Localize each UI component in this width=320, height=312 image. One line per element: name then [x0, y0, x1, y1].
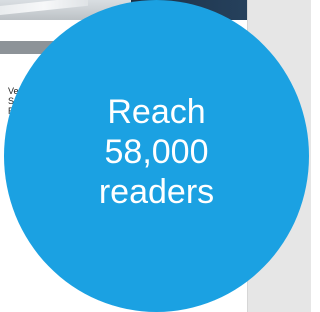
promo-line-reach: Reach: [107, 93, 206, 131]
hero-image-highlight: [0, 0, 88, 15]
promo-circle[interactable]: Reach 58,000 readers: [4, 0, 309, 312]
promo-line-readers: readers: [98, 173, 215, 211]
promo-line-count: 58,000: [104, 133, 209, 171]
promo-text: Reach 58,000 readers: [99, 92, 214, 212]
